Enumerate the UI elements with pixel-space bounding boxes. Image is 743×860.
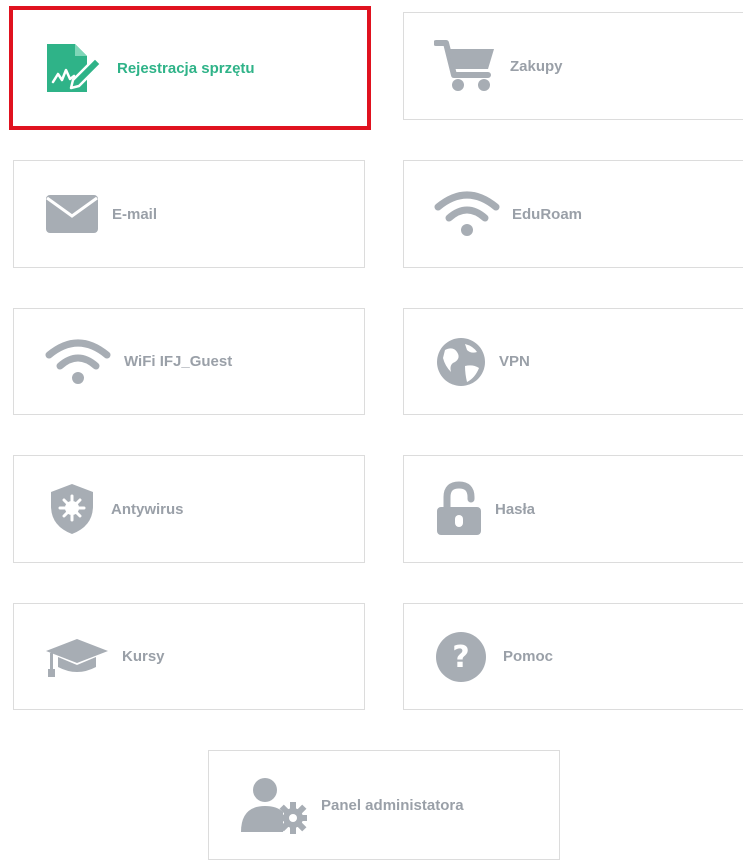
tile-label: VPN	[499, 353, 530, 370]
unlock-icon	[435, 481, 483, 537]
tile-antywirus[interactable]: Antywirus	[13, 455, 365, 563]
tile-label: Antywirus	[111, 500, 184, 518]
tile-eduroam[interactable]: EduRoam	[403, 160, 743, 268]
tile-rejestracja-sprzetu[interactable]: Rejestracja sprzętu	[9, 6, 371, 130]
globe-icon	[435, 336, 487, 388]
tile-email[interactable]: E-mail	[13, 160, 365, 268]
svg-text:?: ?	[452, 640, 469, 675]
question-circle-icon: ?	[435, 631, 487, 683]
shield-virus-icon	[47, 482, 97, 536]
tile-label: Hasła	[495, 500, 536, 518]
envelope-icon	[45, 194, 99, 234]
tile-label: EduRoam	[512, 205, 583, 223]
tile-zakupy[interactable]: Zakupy	[403, 12, 743, 120]
tile-kursy[interactable]: Kursy	[13, 603, 365, 710]
tile-hasla[interactable]: Hasła	[403, 455, 743, 563]
tile-wifi-guest[interactable]: WiFi IFJ_Guest	[13, 308, 365, 415]
user-cog-icon	[239, 776, 307, 834]
wifi-icon	[434, 191, 500, 237]
tile-pomoc[interactable]: ? Pomoc	[403, 603, 743, 710]
tile-label: Rejestracja sprzętu	[117, 59, 255, 77]
document-signature-icon	[45, 42, 103, 94]
wifi-icon	[45, 339, 111, 385]
shopping-cart-icon	[434, 39, 498, 93]
tile-label: WiFi IFJ_Guest	[124, 353, 233, 370]
tile-label: Panel administatora	[321, 796, 464, 814]
tile-panel-administratora[interactable]: Panel administatora	[208, 750, 560, 860]
tile-label: Kursy	[122, 648, 165, 665]
tile-vpn[interactable]: VPN	[403, 308, 743, 415]
graduation-cap-icon	[44, 635, 110, 679]
tile-label: E-mail	[112, 205, 158, 223]
tile-label: Zakupy	[510, 57, 563, 75]
tile-label: Pomoc	[503, 648, 554, 665]
